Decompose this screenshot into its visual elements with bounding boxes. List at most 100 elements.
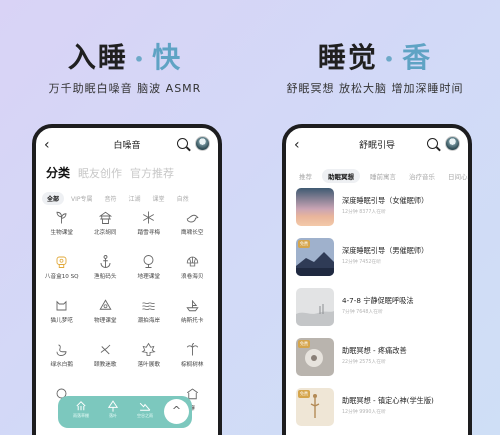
thumbnail-sunset — [296, 188, 334, 226]
sound-item[interactable]: 浪卷海贝 — [171, 252, 215, 288]
sound-grid: 生物课堂 北京胡同 踏雪寻梅 鹰啸长空 八音盒10 SQ 渔船码头 地理课堂 浪… — [40, 208, 214, 420]
item-title: 4-7-8 宁静促眠呼吸法 — [342, 296, 414, 305]
headline-part1: 入睡 — [67, 41, 128, 74]
sound-item[interactable]: 渔船码头 — [84, 252, 128, 288]
player-item-label: 空谷之雨 — [137, 413, 153, 418]
chip-notes[interactable]: 音符 — [100, 192, 122, 205]
tree-icon — [107, 400, 119, 412]
item-meta: 12分钟 7452在听 — [342, 260, 382, 265]
tab-therapy-music[interactable]: 治疗音乐 — [406, 169, 438, 183]
thumbnail-flower: 免费 — [296, 338, 334, 376]
anchor-icon — [100, 255, 111, 268]
snowflake-icon — [143, 211, 155, 224]
headline-part1: 睡觉 — [317, 41, 378, 74]
free-badge: 免费 — [298, 240, 310, 248]
search-icon[interactable] — [427, 138, 438, 149]
goose-icon — [56, 344, 67, 356]
sound-item[interactable]: 生物课堂 — [40, 208, 84, 244]
thumbnail-figure: 免费 — [296, 388, 334, 426]
nav-bar: ‹ 白噪音 — [36, 136, 218, 156]
chip-all[interactable]: 全部 — [42, 192, 65, 205]
valley-icon — [139, 402, 151, 411]
bird-icon — [186, 214, 199, 223]
sound-item[interactable]: 北京胡同 — [84, 208, 128, 244]
sound-label: 浪卷海贝 — [181, 274, 204, 280]
avatar[interactable] — [445, 136, 460, 151]
sound-label: 生物课堂 — [50, 230, 73, 236]
globe-icon — [143, 255, 154, 268]
sound-label: 物理课堂 — [94, 318, 117, 324]
left-subtitle: 万千助眠白噪音 脑波 ASMR — [48, 82, 202, 95]
sound-label: 绿水白鹅 — [50, 362, 73, 368]
sound-label: 八音盒10 SQ — [44, 274, 79, 280]
waves-icon — [142, 302, 155, 311]
ship-icon — [186, 300, 199, 312]
sound-item[interactable]: 八音盒10 SQ — [40, 252, 84, 288]
list-item[interactable]: 免费 助眠冥想 - 疼痛改善 22分钟 2575人在听 — [296, 338, 464, 388]
list-item[interactable]: 4-7-8 宁静促眠呼吸法 7分钟 7648人在听 — [296, 288, 464, 338]
sound-item[interactable]: 踏雪寻梅 — [127, 208, 171, 244]
sound-label: 地理课堂 — [137, 274, 160, 280]
player-item[interactable]: 空谷之雨 — [130, 399, 160, 419]
music-box-icon — [56, 256, 67, 268]
player-item[interactable]: 落叶 — [98, 399, 128, 419]
tab-fables[interactable]: 睡前寓言 — [367, 169, 399, 183]
tab-meditation[interactable]: 助眠冥想 — [322, 169, 360, 183]
shell-icon — [186, 256, 198, 267]
guide-tabs: 推荐 助眠冥想 睡前寓言 治疗音乐 日间心 — [296, 164, 468, 183]
sound-item[interactable]: 鹰啸长空 — [171, 208, 215, 244]
sound-label: 渔船码头 — [94, 274, 117, 280]
list-item[interactable]: 免费 助眠冥想 - 镇定心神(学生版) 12分钟 9990人在听 — [296, 388, 464, 435]
headline-accent: 香 — [402, 41, 433, 74]
flute-icon — [100, 344, 111, 355]
right-subtitle: 舒眠冥想 放松大脑 增加深睡时间 — [286, 82, 464, 95]
player-item[interactable]: 雨落草棚 — [66, 399, 96, 419]
sleep-guide-phone: ‹ 舒眠引导 推荐 助眠冥想 睡前寓言 治疗音乐 日间心 深度睡眠引导（女催眠师） 12… — [282, 124, 472, 435]
sound-item[interactable]: 棕榈树林 — [171, 340, 215, 376]
sound-item[interactable]: 绿水白鹅 — [40, 340, 84, 376]
sound-item[interactable]: 落叶展歌 — [127, 340, 171, 376]
left-promo-panel: 入睡 • 快 万千助眠白噪音 脑波 ASMR ‹ 白噪音 分类 眠友创作 官方推荐 全部… — [0, 0, 250, 435]
tab-recommend[interactable]: 推荐 — [296, 169, 315, 183]
chip-nature[interactable]: 自然 — [172, 192, 194, 205]
list-item[interactable]: 深度睡眠引导（女催眠师） 12分钟 8377人在听 — [296, 188, 464, 238]
sound-item[interactable]: 猫儿梦呓 — [40, 296, 84, 332]
headline-dot: • — [383, 49, 397, 69]
sound-label: 踏雪寻梅 — [137, 230, 160, 236]
item-meta: 12分钟 9990人在听 — [342, 410, 386, 415]
filter-chips: 全部 VIP专属 音符 江湖 课堂 自然 — [42, 186, 218, 205]
tab-official[interactable]: 官方推荐 — [130, 165, 174, 181]
player-item-label: 落叶 — [109, 413, 117, 418]
palm-icon — [186, 343, 198, 356]
tab-user-creations[interactable]: 眠友创作 — [78, 165, 122, 181]
atom-icon — [99, 299, 112, 310]
chip-vip[interactable]: VIP专属 — [66, 192, 98, 205]
player-item-label: 雨落草棚 — [73, 413, 89, 418]
tab-category[interactable]: 分类 — [46, 164, 70, 181]
tab-daytime[interactable]: 日间心 — [445, 169, 468, 183]
thumbnail-mountain: 免费 — [296, 238, 334, 276]
thumbnail-mist — [296, 288, 334, 326]
headline-accent: 快 — [152, 41, 183, 74]
sound-item[interactable]: 潮拍海岸 — [127, 296, 171, 332]
expand-player-button[interactable]: ^ — [164, 399, 189, 424]
sound-item[interactable]: 地理课堂 — [127, 252, 171, 288]
item-meta: 22分钟 2575人在听 — [342, 360, 386, 365]
headline-dot: • — [133, 49, 147, 69]
chip-class[interactable]: 课堂 — [148, 192, 170, 205]
chip-jianghu[interactable]: 江湖 — [124, 192, 146, 205]
sound-item[interactable]: 颐教迷歌 — [84, 340, 128, 376]
sound-item[interactable]: 纳斯托卡 — [171, 296, 215, 332]
sound-item[interactable]: 物理课堂 — [84, 296, 128, 332]
sound-label: 猫儿梦呓 — [50, 318, 73, 324]
sound-label: 纳斯托卡 — [181, 318, 204, 324]
search-icon[interactable] — [177, 138, 188, 149]
mini-player[interactable]: 雨落草棚 落叶 空谷之雨 ^ — [58, 396, 192, 428]
sound-label: 北京胡同 — [94, 230, 117, 236]
rain-icon — [76, 401, 86, 411]
sound-label: 颐教迷歌 — [94, 362, 117, 368]
item-meta: 7分钟 7648人在听 — [342, 310, 383, 315]
list-item[interactable]: 免费 深度睡眠引导（男催眠师） 12分钟 7452在听 — [296, 238, 464, 288]
avatar[interactable] — [195, 136, 210, 151]
guide-list: 深度睡眠引导（女催眠师） 12分钟 8377人在听 免费 深度睡眠引导（男催眠师… — [296, 188, 464, 435]
